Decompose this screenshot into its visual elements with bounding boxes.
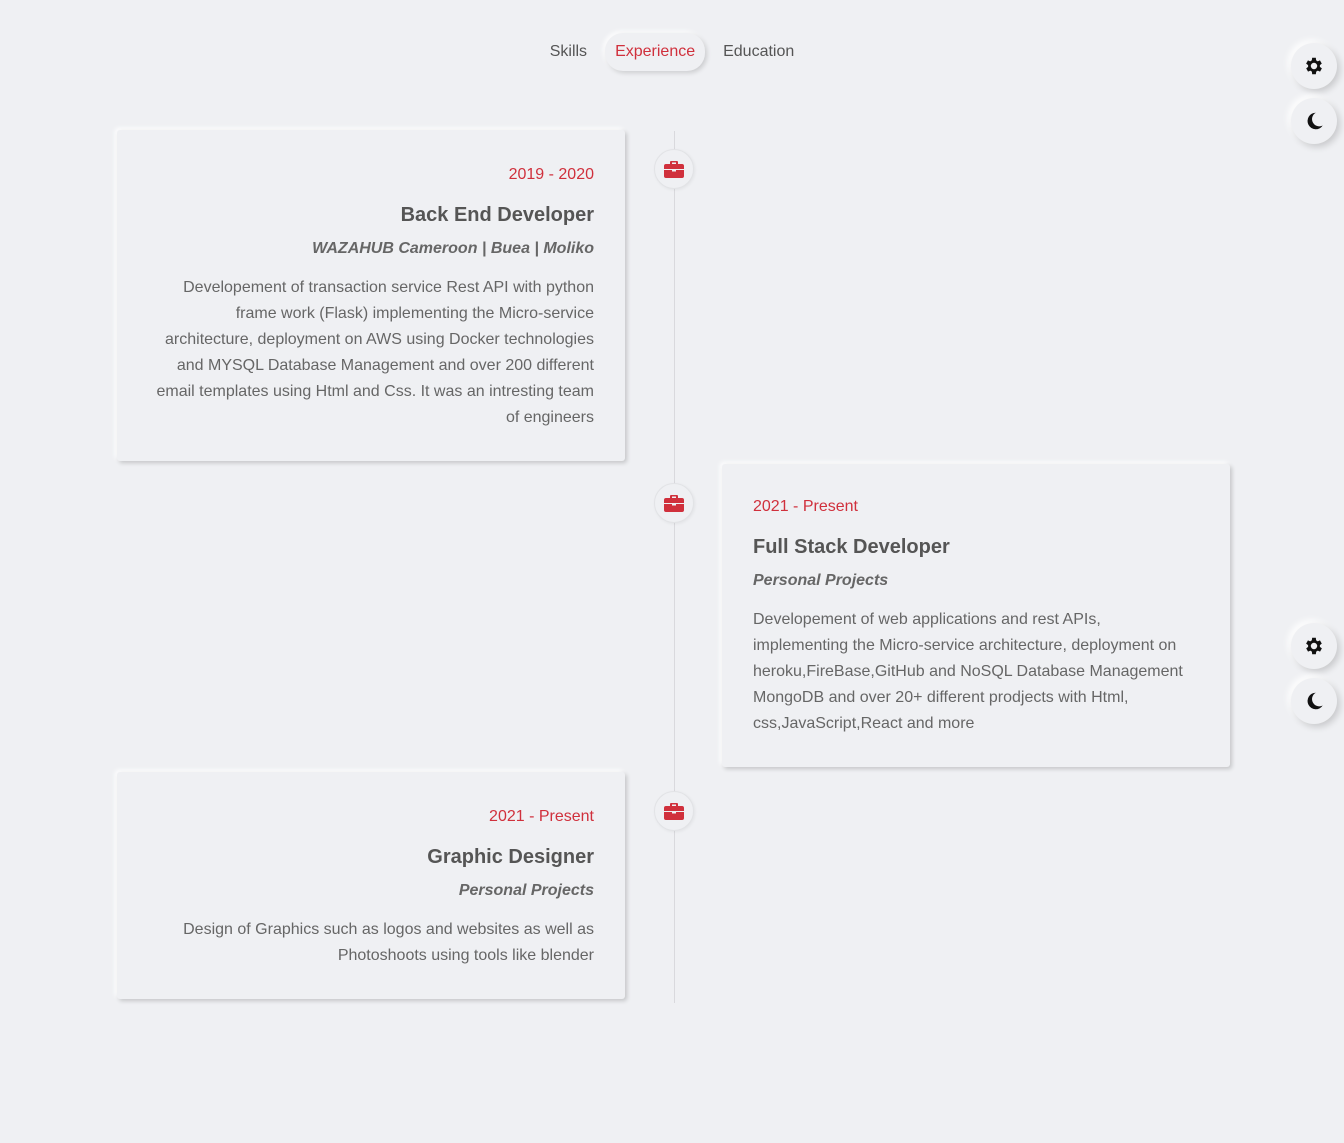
settings-button[interactable]: [1291, 43, 1337, 89]
experience-company: WAZAHUB Cameroon | Buea | Moliko: [312, 240, 594, 257]
briefcase-icon: [664, 161, 684, 178]
experience-period: 2021 - Present: [489, 808, 594, 825]
briefcase-icon: [664, 495, 684, 512]
experience-period: 2021 - Present: [753, 498, 858, 515]
theme-toggle-button[interactable]: [1291, 98, 1337, 144]
experience-period: 2019 - 2020: [508, 166, 594, 183]
experience-card: 2021 - Present Full Stack Developer Pers…: [722, 464, 1230, 767]
timeline-node: [654, 149, 694, 189]
page: Skills Experience Education 2019 - 2020 …: [0, 0, 1344, 1143]
settings-button-secondary[interactable]: [1291, 623, 1337, 669]
experience-role: Back End Developer: [400, 204, 594, 226]
moon-icon: [1307, 112, 1323, 130]
timeline-line: [674, 131, 675, 1003]
experience-description: Design of Graphics such as logos and web…: [183, 921, 594, 964]
experience-role: Graphic Designer: [427, 846, 594, 868]
moon-icon: [1307, 692, 1323, 710]
tab-skills[interactable]: Skills: [540, 33, 597, 71]
gear-icon: [1306, 57, 1322, 75]
experience-description: Developement of web applications and res…: [753, 611, 1183, 732]
experience-role: Full Stack Developer: [753, 536, 950, 558]
briefcase-icon: [664, 803, 684, 820]
experience-company: Personal Projects: [753, 572, 889, 589]
gear-icon: [1306, 637, 1322, 655]
timeline-node: [654, 483, 694, 523]
tab-experience[interactable]: Experience: [605, 33, 706, 71]
tab-education[interactable]: Education: [713, 33, 804, 71]
experience-description: Developement of transaction service Rest…: [156, 279, 594, 426]
section-tabs: Skills Experience Education: [0, 33, 1344, 71]
experience-card: 2019 - 2020 Back End Developer WAZAHUB C…: [117, 130, 625, 461]
experience-company: Personal Projects: [458, 882, 594, 899]
experience-card: 2021 - Present Graphic Designer Personal…: [117, 772, 625, 999]
timeline-node: [654, 791, 694, 831]
theme-toggle-button-secondary[interactable]: [1291, 678, 1337, 724]
